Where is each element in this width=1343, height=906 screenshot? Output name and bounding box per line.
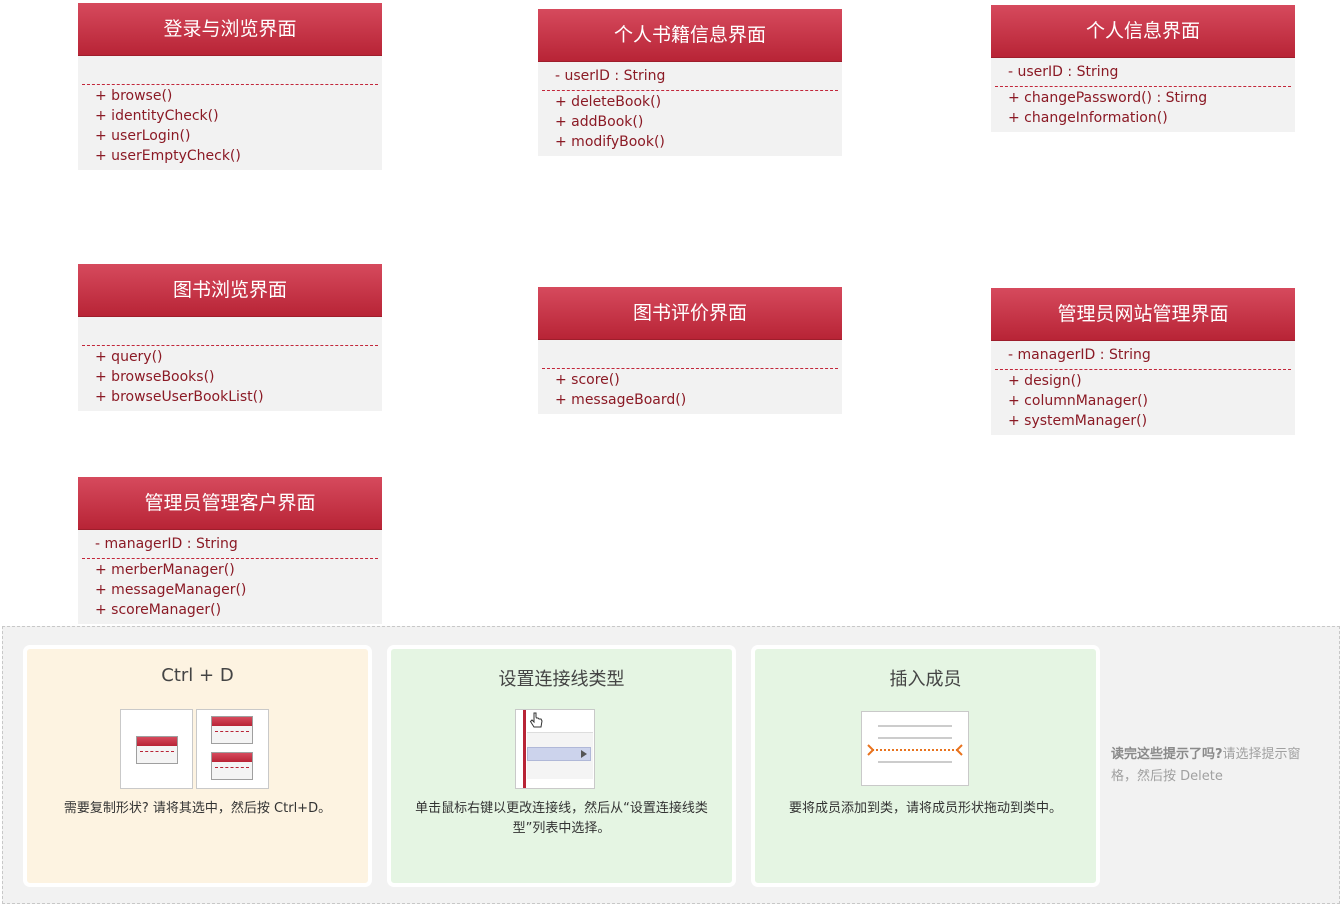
class-attribute[interactable]: - userID : String bbox=[991, 62, 1295, 82]
member-drag-icon bbox=[867, 725, 963, 763]
class-title: 个人书籍信息界面 bbox=[538, 9, 842, 62]
uml-class[interactable]: 登录与浏览界面 + browse() + identityCheck() + u… bbox=[78, 3, 382, 170]
class-attributes bbox=[538, 340, 842, 368]
class-attribute[interactable]: - userID : String bbox=[538, 66, 842, 86]
class-operation[interactable]: + messageManager() bbox=[78, 580, 382, 600]
hand-cursor-icon bbox=[529, 712, 543, 728]
class-operation[interactable]: + design() bbox=[991, 371, 1295, 391]
hint-description: 需要复制形状? 请将其选中，然后按 Ctrl+D。 bbox=[63, 801, 332, 816]
class-operation[interactable]: + merberManager() bbox=[78, 560, 382, 580]
class-operation[interactable]: + changeInformation() bbox=[991, 108, 1295, 128]
insert-member-thumbnail bbox=[861, 711, 969, 786]
hints-dismiss-question: 读完这些提示了吗? bbox=[1111, 747, 1223, 762]
connector-menu-thumbnail bbox=[515, 709, 595, 789]
class-operation[interactable]: + score() bbox=[538, 370, 842, 390]
class-shape-icon bbox=[136, 736, 178, 764]
uml-class[interactable]: 管理员网站管理界面 - managerID : String + design(… bbox=[991, 288, 1295, 435]
class-attributes: - managerID : String bbox=[991, 341, 1295, 369]
hint-title: 设置连接线类型 bbox=[498, 669, 625, 690]
class-operations: + merberManager() + messageManager() + s… bbox=[78, 559, 382, 624]
class-title: 登录与浏览界面 bbox=[78, 3, 382, 56]
class-attributes bbox=[78, 56, 382, 84]
class-shape-icon bbox=[211, 752, 253, 780]
uml-class[interactable]: 图书浏览界面 + query() + browseBooks() + brows… bbox=[78, 264, 382, 411]
uml-class[interactable]: 个人信息界面 - userID : String + changePasswor… bbox=[991, 5, 1295, 132]
class-operation[interactable]: + messageBoard() bbox=[538, 390, 842, 410]
hint-card-duplicate: Ctrl + D 需要复制形状? 请将其选中，然后按 Ctrl+D。 bbox=[23, 645, 372, 887]
uml-class[interactable]: 管理员管理客户界面 - managerID : String + merberM… bbox=[78, 477, 382, 624]
menu-list bbox=[527, 732, 593, 779]
hint-description: 单击鼠标右键以更改连接线，然后从“设置连接线类型”列表中选择。 bbox=[415, 801, 708, 836]
class-title: 个人信息界面 bbox=[991, 5, 1295, 58]
class-attributes bbox=[78, 317, 382, 345]
class-operations: + changePassword() : Stirng + changeInfo… bbox=[991, 87, 1295, 132]
class-operation[interactable]: + changePassword() : Stirng bbox=[991, 88, 1295, 108]
hint-title: Ctrl + D bbox=[161, 665, 234, 686]
class-attribute[interactable]: - managerID : String bbox=[78, 534, 382, 554]
class-operations: + design() + columnManager() + systemMan… bbox=[991, 370, 1295, 435]
duplicate-before-thumbnail bbox=[120, 709, 193, 789]
class-operation[interactable]: + userEmptyCheck() bbox=[78, 146, 382, 166]
class-operation[interactable]: + modifyBook() bbox=[538, 132, 842, 152]
class-operation[interactable]: + userLogin() bbox=[78, 126, 382, 146]
class-operation[interactable]: + identityCheck() bbox=[78, 106, 382, 126]
class-operation[interactable]: + columnManager() bbox=[991, 391, 1295, 411]
selection-edge bbox=[523, 710, 526, 788]
class-operation[interactable]: + deleteBook() bbox=[538, 92, 842, 112]
uml-class[interactable]: 个人书籍信息界面 - userID : String + deleteBook(… bbox=[538, 9, 842, 156]
class-operation[interactable]: + query() bbox=[78, 347, 382, 367]
class-operations: + browse() + identityCheck() + userLogin… bbox=[78, 85, 382, 170]
class-operation[interactable]: + browse() bbox=[78, 86, 382, 106]
class-title: 管理员网站管理界面 bbox=[991, 288, 1295, 341]
class-attributes: - managerID : String bbox=[78, 530, 382, 558]
class-operations: + query() + browseBooks() + browseUserBo… bbox=[78, 346, 382, 411]
class-operations: + score() + messageBoard() bbox=[538, 369, 842, 414]
class-attributes: - userID : String bbox=[538, 62, 842, 90]
uml-class[interactable]: 图书评价界面 + score() + messageBoard() bbox=[538, 287, 842, 414]
hints-dismiss-note: 读完这些提示了吗?请选择提示窗格，然后按 Delete bbox=[1111, 744, 1326, 788]
class-title: 管理员管理客户界面 bbox=[78, 477, 382, 530]
class-operation[interactable]: + browseBooks() bbox=[78, 367, 382, 387]
hint-card-connector: 设置连接线类型 单击鼠标右键以更改连接线，然后从“设置连接线类型”列表中选择。 bbox=[387, 645, 736, 887]
hint-description: 要将成员添加到类，请将成员形状拖动到类中。 bbox=[788, 801, 1062, 816]
class-operation[interactable]: + browseUserBookList() bbox=[78, 387, 382, 407]
class-operations: + deleteBook() + addBook() + modifyBook(… bbox=[538, 91, 842, 156]
triangle-right-icon bbox=[581, 750, 587, 758]
class-title: 图书浏览界面 bbox=[78, 264, 382, 317]
class-attribute[interactable]: - managerID : String bbox=[991, 345, 1295, 365]
class-operation[interactable]: + systemManager() bbox=[991, 411, 1295, 431]
duplicate-after-thumbnail bbox=[196, 709, 269, 789]
class-operation[interactable]: + addBook() bbox=[538, 112, 842, 132]
class-shape-icon bbox=[211, 716, 253, 744]
class-operation[interactable]: + scoreManager() bbox=[78, 600, 382, 620]
class-attributes: - userID : String bbox=[991, 58, 1295, 86]
hint-card-insert-member: 插入成员 要将成员添加到类，请将成员形状拖动到类中。 bbox=[751, 645, 1100, 887]
class-title: 图书评价界面 bbox=[538, 287, 842, 340]
hint-title: 插入成员 bbox=[889, 669, 962, 690]
